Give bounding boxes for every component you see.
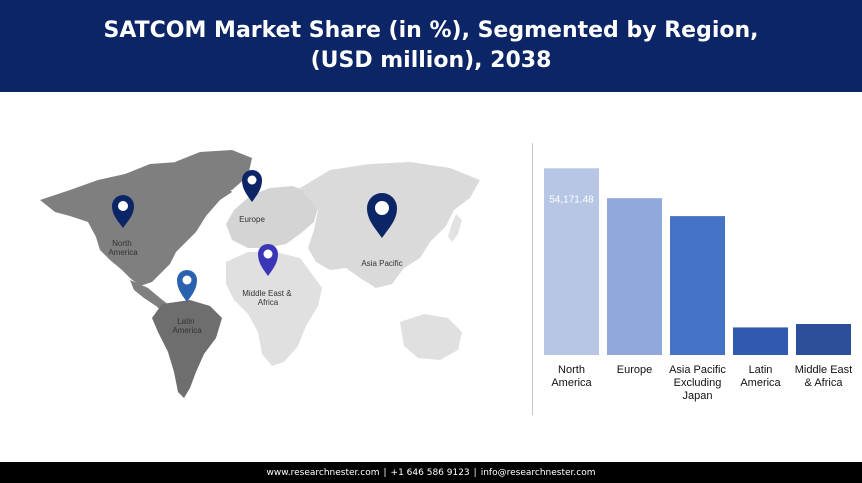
header-banner: SATCOM Market Share (in %), Segmented by… xyxy=(0,0,862,92)
world-map-panel: North America Europe Asia Pacific Middle… xyxy=(0,92,520,460)
pin-center xyxy=(118,201,128,211)
map-australia xyxy=(400,314,462,360)
pin-center xyxy=(182,275,192,285)
footer-separator: | xyxy=(473,467,477,478)
category-label-3: Latin America xyxy=(740,364,781,389)
marker-label: Europe xyxy=(239,215,265,224)
data-label-0: 54,171.48 xyxy=(549,194,594,205)
page-title: SATCOM Market Share (in %), Segmented by… xyxy=(103,18,759,73)
map-japan xyxy=(448,214,462,242)
bar-2 xyxy=(670,216,725,355)
footer-separator: | xyxy=(383,467,387,478)
world-map: North America Europe Asia Pacific Middle… xyxy=(40,150,480,398)
bar-chart-panel: 54,171.48 North America Europe Asia Pacific E… xyxy=(540,150,862,410)
map-africa xyxy=(226,252,322,366)
pin-center xyxy=(263,249,273,259)
pin-center xyxy=(375,201,389,215)
category-label-4: Middle East & Africa xyxy=(795,364,852,389)
panel-divider xyxy=(532,143,533,415)
category-label-1: Europe xyxy=(617,364,652,376)
marker-label: North America xyxy=(108,239,138,257)
bar-1 xyxy=(607,198,662,355)
map-south-america xyxy=(152,300,222,398)
footer-email[interactable]: info@researchnester.com xyxy=(481,468,596,478)
category-label-0: North America xyxy=(551,364,592,389)
pin-center xyxy=(247,175,257,185)
footer-phone: +1 646 586 9123 xyxy=(390,467,470,478)
bar-4 xyxy=(796,323,851,355)
category-label-2: Asia Pacific Excluding Japan xyxy=(669,364,726,402)
footer-bar: www.researchnester.com | +1 646 586 9123… xyxy=(0,462,862,483)
marker-label: Asia Pacific xyxy=(361,259,402,268)
footer-website[interactable]: www.researchnester.com xyxy=(266,468,379,478)
pin-icon xyxy=(177,270,197,302)
bar-chart: 54,171.48 North America Europe Asia Pacific E… xyxy=(544,168,852,402)
bar-3 xyxy=(733,327,788,355)
